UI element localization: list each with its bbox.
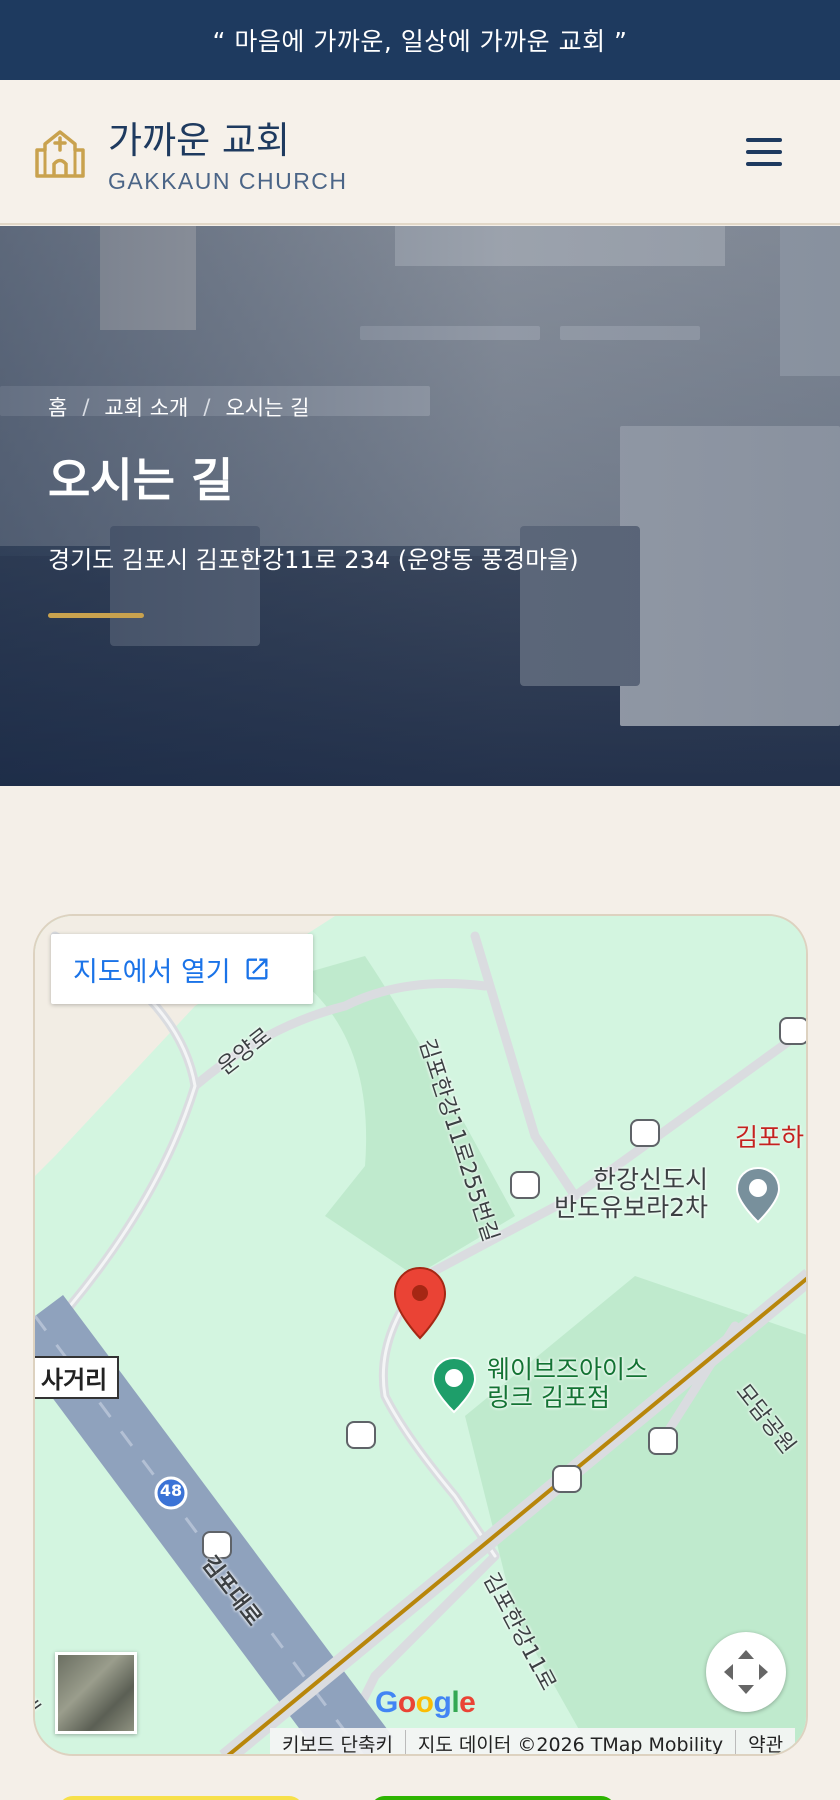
- map-place-apartment-line1: 한강신도시: [593, 1165, 709, 1194]
- kakao-map-button[interactable]: [58, 1796, 304, 1800]
- map-junction-label: 사거리: [35, 1356, 120, 1399]
- hamburger-menu-icon[interactable]: [740, 130, 790, 174]
- top-quote-bar: “ 마음에 가까운, 일상에 가까운 교회 ”: [0, 0, 840, 80]
- map-pin-icon[interactable]: [393, 1266, 447, 1342]
- brand-subtitle: GAKKAUN CHURCH: [108, 168, 348, 194]
- apartment-marker-icon[interactable]: [735, 1166, 781, 1224]
- hero-banner: 홈 / 교회 소개 / 오시는 길 오시는 길 경기도 김포시 김포한강11로 …: [0, 226, 840, 786]
- terms-link[interactable]: 약관: [736, 1730, 795, 1755]
- keyboard-shortcuts-link[interactable]: 키보드 단축키: [270, 1729, 406, 1754]
- site-header: 가까운 교회 GAKKAUN CHURCH: [0, 80, 840, 225]
- church-icon[interactable]: [33, 126, 87, 180]
- breadcrumb-current: 오시는 길: [225, 396, 310, 420]
- page-title: 오시는 길: [48, 453, 234, 507]
- map-place-gimpo-partial[interactable]: 김포하: [735, 1118, 804, 1154]
- route-48-shield: 48: [159, 1481, 183, 1500]
- map-place-ice-rink-line1: 웨이브즈아이스: [487, 1355, 649, 1384]
- breadcrumb: 홈 / 교회 소개 / 오시는 길: [48, 392, 309, 422]
- map-place-ice-rink[interactable]: 웨이브즈아이스 링크 김포점: [487, 1356, 648, 1412]
- church-address: 경기도 김포시 김포한강11로 234 (운양동 풍경마을): [48, 546, 579, 574]
- satellite-layer-toggle[interactable]: [55, 1652, 137, 1734]
- breadcrumb-home[interactable]: 홈: [48, 392, 67, 422]
- map-place-apartment[interactable]: 한강신도시 반도유보라2차: [553, 1166, 708, 1222]
- google-logo: Google: [375, 1686, 476, 1719]
- map-place-apartment-line2: 반도유보라2차: [554, 1193, 709, 1222]
- map-attribution: 키보드 단축키 지도 데이터 ©2026 TMap Mobility 약관: [270, 1728, 796, 1755]
- breadcrumb-separator: /: [203, 395, 211, 419]
- map-place-ice-rink-line2: 링크 김포점: [487, 1383, 610, 1412]
- external-link-icon: [246, 958, 268, 980]
- map-data-credit: 지도 데이터 ©2026 TMap Mobility: [406, 1729, 737, 1754]
- breadcrumb-about[interactable]: 교회 소개: [104, 392, 188, 422]
- breadcrumb-separator: /: [82, 395, 90, 419]
- brand-title[interactable]: 가까운 교회: [108, 110, 290, 164]
- ice-rink-marker-icon[interactable]: [431, 1356, 477, 1414]
- open-in-maps-label: 지도에서 열기: [73, 956, 231, 988]
- title-divider: [48, 613, 144, 618]
- open-in-maps-button[interactable]: 지도에서 열기: [51, 934, 313, 1004]
- map-embed[interactable]: 48 김포하 한강신도시 반도유보라2차 웨이브즈아이스 링크 김포점 사거리 …: [33, 914, 808, 1756]
- fullscreen-icon: [724, 1650, 768, 1694]
- fullscreen-button[interactable]: [706, 1632, 786, 1712]
- naver-map-button[interactable]: [370, 1796, 616, 1800]
- top-quote: “ 마음에 가까운, 일상에 가까운 교회 ”: [212, 27, 628, 56]
